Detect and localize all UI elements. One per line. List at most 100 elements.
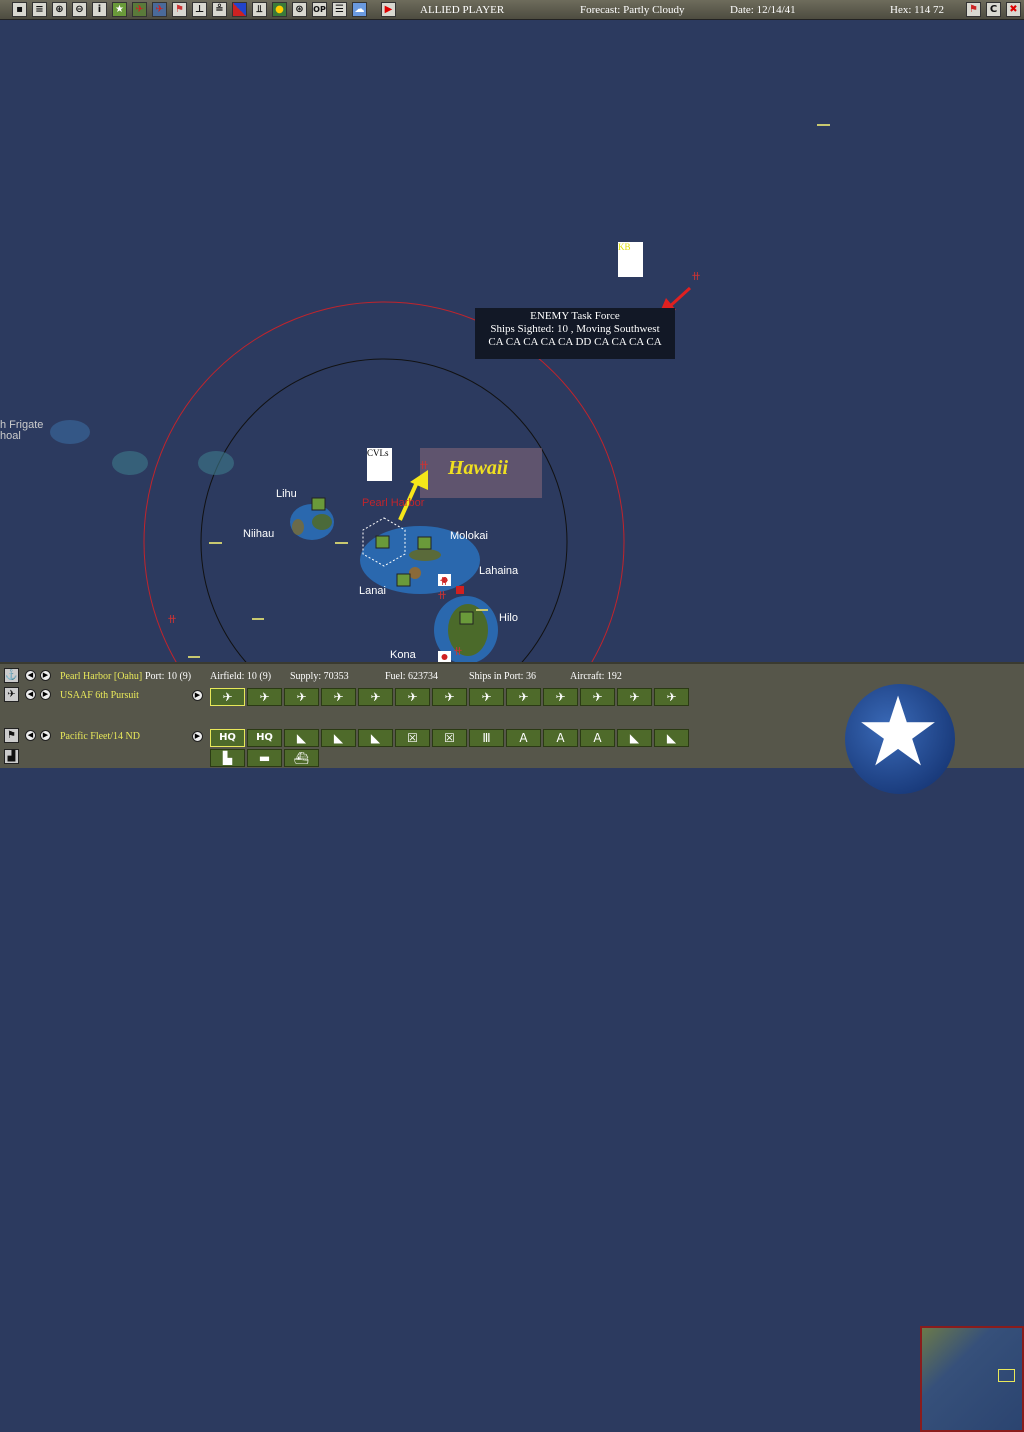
globe-icon[interactable]: ● [272, 2, 287, 17]
land-unit-button[interactable]: ☒ [432, 729, 467, 747]
land-unit-button[interactable]: ◣ [284, 729, 319, 747]
allied-star-roundel: ★ [845, 684, 955, 794]
enemy-air-icon[interactable]: ✈ [152, 2, 167, 17]
enemy-task-force-icon[interactable]: 卄 [454, 646, 462, 657]
land-unit-button[interactable]: A [506, 729, 541, 747]
lanai-label: Lanai [359, 585, 386, 597]
date-label: Date: 12/14/41 [730, 4, 796, 16]
target-icon[interactable]: ⊛ [292, 2, 307, 17]
air-unit-button[interactable]: ✈ [432, 688, 467, 706]
close-icon[interactable]: ✖ [1006, 2, 1021, 17]
sub-icon[interactable]: ≗ [212, 2, 227, 17]
hq-unit-expand-button[interactable]: ▶ [192, 731, 203, 742]
lihu-label: Lihu [276, 488, 297, 500]
next-base-button[interactable]: ▶ [40, 670, 51, 681]
land-unit-button[interactable]: ◣ [654, 729, 689, 747]
niihau-label: Niihau [243, 528, 275, 540]
kauai-island [312, 514, 332, 530]
flag-icon[interactable]: ⚑ [172, 2, 187, 17]
air-unit-button[interactable]: ✈ [617, 688, 652, 706]
flag-toggle-icon[interactable]: ⚑ [966, 2, 981, 17]
facility-button[interactable]: ▙ [210, 749, 245, 767]
land-unit-button[interactable]: ◣ [358, 729, 393, 747]
land-unit-button[interactable]: ◣ [617, 729, 652, 747]
factory-icon[interactable]: ▟ [4, 749, 19, 764]
facility-button[interactable]: ▬ [247, 749, 282, 767]
enemy-task-force-icon[interactable]: 卄 [440, 576, 448, 587]
base-marker [459, 611, 474, 625]
next-air-unit-button[interactable]: ▶ [40, 689, 51, 700]
air-unit-button[interactable]: ✈ [284, 688, 319, 706]
air-unit-button[interactable]: ✈ [321, 688, 356, 706]
list-icon[interactable]: ☰ [332, 2, 347, 17]
land-unit-button[interactable]: HQ [247, 729, 282, 747]
next-hq-button[interactable]: ▶ [40, 730, 51, 741]
air-unit-button[interactable]: ✈ [210, 688, 245, 706]
prev-hq-button[interactable]: ◀ [25, 730, 36, 741]
play-icon[interactable]: ▶ [381, 2, 396, 17]
anchor-icon[interactable]: ⚓ [4, 668, 19, 683]
hq-unit-name[interactable]: Pacific Fleet/14 ND [60, 731, 140, 742]
ships-in-port: Ships in Port: 36 [469, 671, 536, 682]
facility-button[interactable]: ⛴ [284, 749, 319, 767]
base-marker [311, 497, 326, 511]
land-unit-button[interactable]: HQ [210, 729, 245, 747]
air-icon[interactable]: ⊖ [72, 2, 87, 17]
land-unit-button[interactable]: A [580, 729, 615, 747]
land-unit-button[interactable]: A [543, 729, 578, 747]
tooltip-title: ENEMY Task Force [530, 310, 620, 322]
hilo-label: Hilo [499, 612, 518, 624]
molokai-label: Molokai [450, 530, 488, 542]
minimap-viewport[interactable] [998, 1369, 1015, 1382]
air-unit-button[interactable]: ✈ [358, 688, 393, 706]
air-unit-name[interactable]: USAAF 6th Pursuit [60, 690, 139, 701]
airplane-icon[interactable]: ✈ [4, 687, 19, 702]
base-name[interactable]: Pearl Harbor [Oahu] [60, 671, 142, 682]
air-unit-button[interactable]: ✈ [543, 688, 578, 706]
info-icon[interactable]: i [92, 2, 107, 17]
reef-island [198, 451, 234, 475]
cvls-label-box[interactable]: CVLs [367, 448, 392, 481]
enemy-task-force-icon[interactable]: 卄 [692, 271, 700, 282]
minimap[interactable] [920, 1326, 1024, 1432]
ship-icon[interactable]: ⊥ [192, 2, 207, 17]
forecast-label: Forecast: Partly Cloudy [580, 4, 685, 16]
aircraft-count: Aircraft: 192 [570, 671, 622, 682]
air-unit-button[interactable]: ✈ [506, 688, 541, 706]
air-unit-expand-button[interactable]: ▶ [192, 690, 203, 701]
land-unit-button[interactable]: ☒ [395, 729, 430, 747]
air-unit-button[interactable]: ✈ [395, 688, 430, 706]
player-label: ALLIED PLAYER [420, 4, 505, 16]
tooltip-composition: CA CA CA CA CA DD CA CA CA CA [488, 336, 662, 348]
lahaina-label: Lahaina [479, 565, 519, 577]
op-icon[interactable]: OP [312, 2, 327, 17]
flag-icon[interactable]: ⚑ [4, 728, 19, 743]
task-force-icon[interactable]: ⊕ [52, 2, 67, 17]
prev-air-unit-button[interactable]: ◀ [25, 689, 36, 700]
air-unit-button[interactable]: ✈ [654, 688, 689, 706]
enemy-task-force-icon[interactable]: 卄 [168, 614, 176, 625]
front-icon[interactable] [232, 2, 247, 17]
molokai-island [409, 549, 441, 561]
weather-icon[interactable]: ☁ [352, 2, 367, 17]
port-size: Port: 10 (9) [145, 671, 192, 682]
report-icon[interactable]: ≡ [32, 2, 47, 17]
air-unit-button[interactable]: ✈ [247, 688, 282, 706]
info-panel: ⚓ ◀ ▶ Pearl Harbor [Oahu] Port: 10 (9) A… [0, 662, 1024, 1432]
base-icon[interactable]: ★ [112, 2, 127, 17]
allied-air-icon[interactable]: ✈ [132, 2, 147, 17]
prev-base-button[interactable]: ◀ [25, 670, 36, 681]
convoy-icon[interactable]: ⫫ [252, 2, 267, 17]
map-view[interactable]: 卄 卄 卄 卄 卄 卄 KB CVLs h Frigate hoal Lihu … [0, 20, 1024, 662]
land-unit-button[interactable]: ◣ [321, 729, 356, 747]
air-unit-button[interactable]: ✈ [469, 688, 504, 706]
kb-label-box[interactable]: KB [618, 242, 643, 277]
c-button[interactable]: C [986, 2, 1001, 17]
enemy-task-force-icon[interactable]: 卄 [438, 590, 446, 601]
star-icon: ★ [855, 676, 942, 788]
lanai-island [409, 567, 421, 579]
save-icon[interactable]: ▪ [12, 2, 27, 17]
enemy-task-force-icon[interactable]: 卄 [420, 460, 428, 471]
land-unit-button[interactable]: Ⅲ [469, 729, 504, 747]
air-unit-button[interactable]: ✈ [580, 688, 615, 706]
